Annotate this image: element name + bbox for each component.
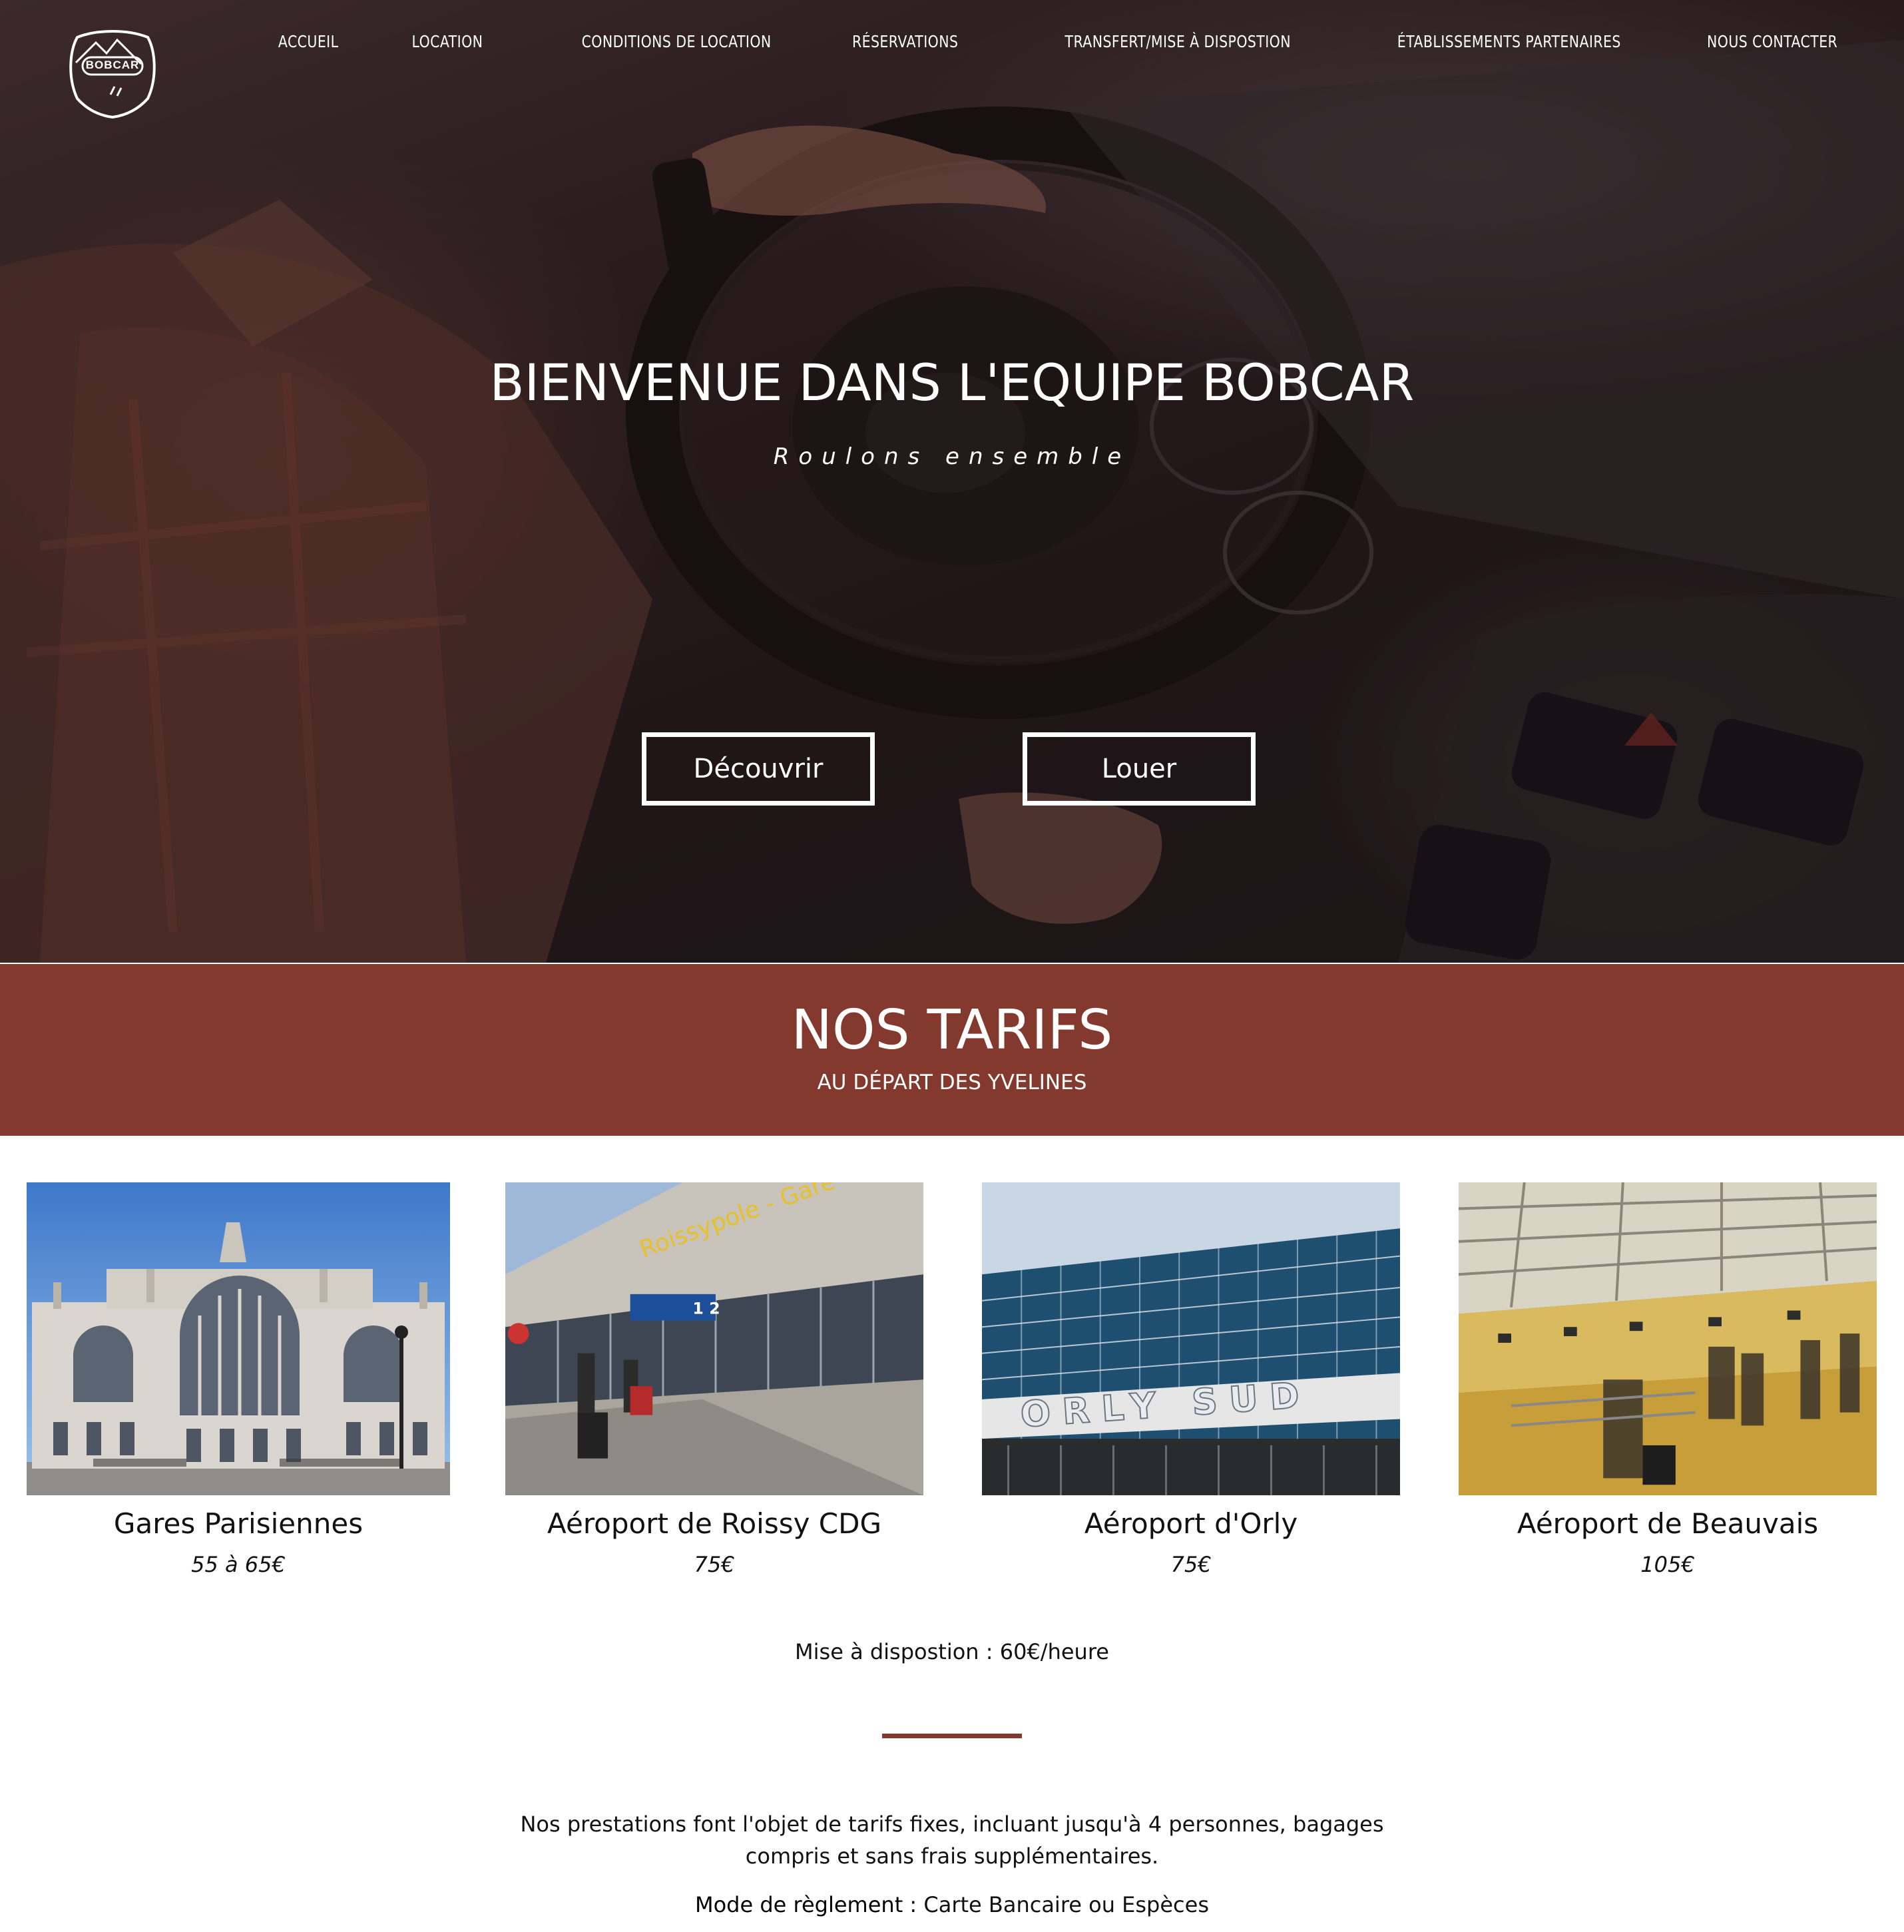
nav-item-partenaires[interactable]: ÉTABLISSEMENTS PARTENAIRES: [1350, 32, 1621, 59]
hero-overlay: [0, 0, 1904, 963]
pricing-description: Nos prestations font l'objet de tarifs f…: [520, 1811, 1384, 1869]
hero-subtitle: Roulons ensemble: [773, 443, 1131, 470]
hero-title: BIENVENUE DANS L'EQUIPE BOBCAR: [489, 353, 1415, 412]
payment-label: Mode de règlement :: [694, 1892, 917, 1917]
terminal-sign: 1 2: [692, 1299, 720, 1318]
logo-badge-icon: [69, 30, 156, 119]
nav-item-accueil[interactable]: ACCUEIL: [231, 32, 338, 59]
card-price: 75€: [694, 1552, 735, 1577]
tarif-card-beauvais: Aéroport de Beauvais 105€: [1456, 1182, 1879, 1577]
nav-item-conditions[interactable]: CONDITIONS DE LOCATION: [535, 32, 772, 59]
gare-du-nord-photo: [27, 1182, 450, 1495]
payment-value: Carte Bancaire ou Espèces: [923, 1892, 1209, 1917]
nav-item-contact[interactable]: NOUS CONTACTER: [1660, 32, 1837, 59]
payment-methods: Mode de règlement : Carte Bancaire ou Es…: [0, 1892, 1904, 1917]
orly-sud-photo: ORLY SUD: [981, 1182, 1401, 1495]
card-title: Gares Parisiennes: [113, 1507, 363, 1540]
hourly-rate-text: Mise à dispostion : 60€/heure: [795, 1639, 1109, 1664]
nav-item-transfert[interactable]: TRANSFERT/MISE À DISPOSTION: [1018, 32, 1291, 59]
bobcar-logo[interactable]: BOBCAR: [64, 25, 161, 119]
section-divider: [882, 1734, 1022, 1738]
card-title: Aéroport d'Orly: [1084, 1507, 1298, 1540]
tarif-card-roissy: Roissypole - Gare 1 2 Aéroport de Roissy…: [503, 1182, 926, 1577]
tarif-card-orly: ORLY SUD Aéroport d'Orly 75€: [979, 1182, 1403, 1577]
discover-button[interactable]: Découvrir: [642, 732, 875, 806]
logo-text: BOBCAR: [85, 59, 140, 71]
card-price: 55 à 65€: [191, 1552, 286, 1577]
tarifs-banner: NOS TARIFS AU DÉPART DES YVELINES: [0, 964, 1904, 1136]
tarif-card-gares: Gares Parisiennes 55 à 65€: [27, 1182, 450, 1577]
tarifs-title: NOS TARIFS: [791, 999, 1113, 1062]
roissy-cdg-photo: Roissypole - Gare 1 2: [505, 1182, 923, 1495]
main-navigation: ACCUEIL LOCATION CONDITIONS DE LOCATION …: [208, 32, 1837, 59]
hero-section: BOBCAR ACCUEIL LOCATION CONDITIONS DE LO…: [0, 0, 1904, 963]
card-title: Aéroport de Beauvais: [1517, 1507, 1819, 1540]
nav-item-location[interactable]: LOCATION: [365, 32, 483, 59]
rent-button[interactable]: Louer: [1023, 732, 1256, 806]
card-price: 75€: [1170, 1552, 1212, 1577]
beauvais-airport-photo: [1458, 1182, 1877, 1495]
nav-item-reservations[interactable]: RÉSERVATIONS: [805, 32, 958, 59]
card-title: Aéroport de Roissy CDG: [547, 1507, 881, 1540]
card-price: 105€: [1640, 1552, 1695, 1577]
tarifs-subtitle: AU DÉPART DES YVELINES: [817, 1071, 1087, 1094]
